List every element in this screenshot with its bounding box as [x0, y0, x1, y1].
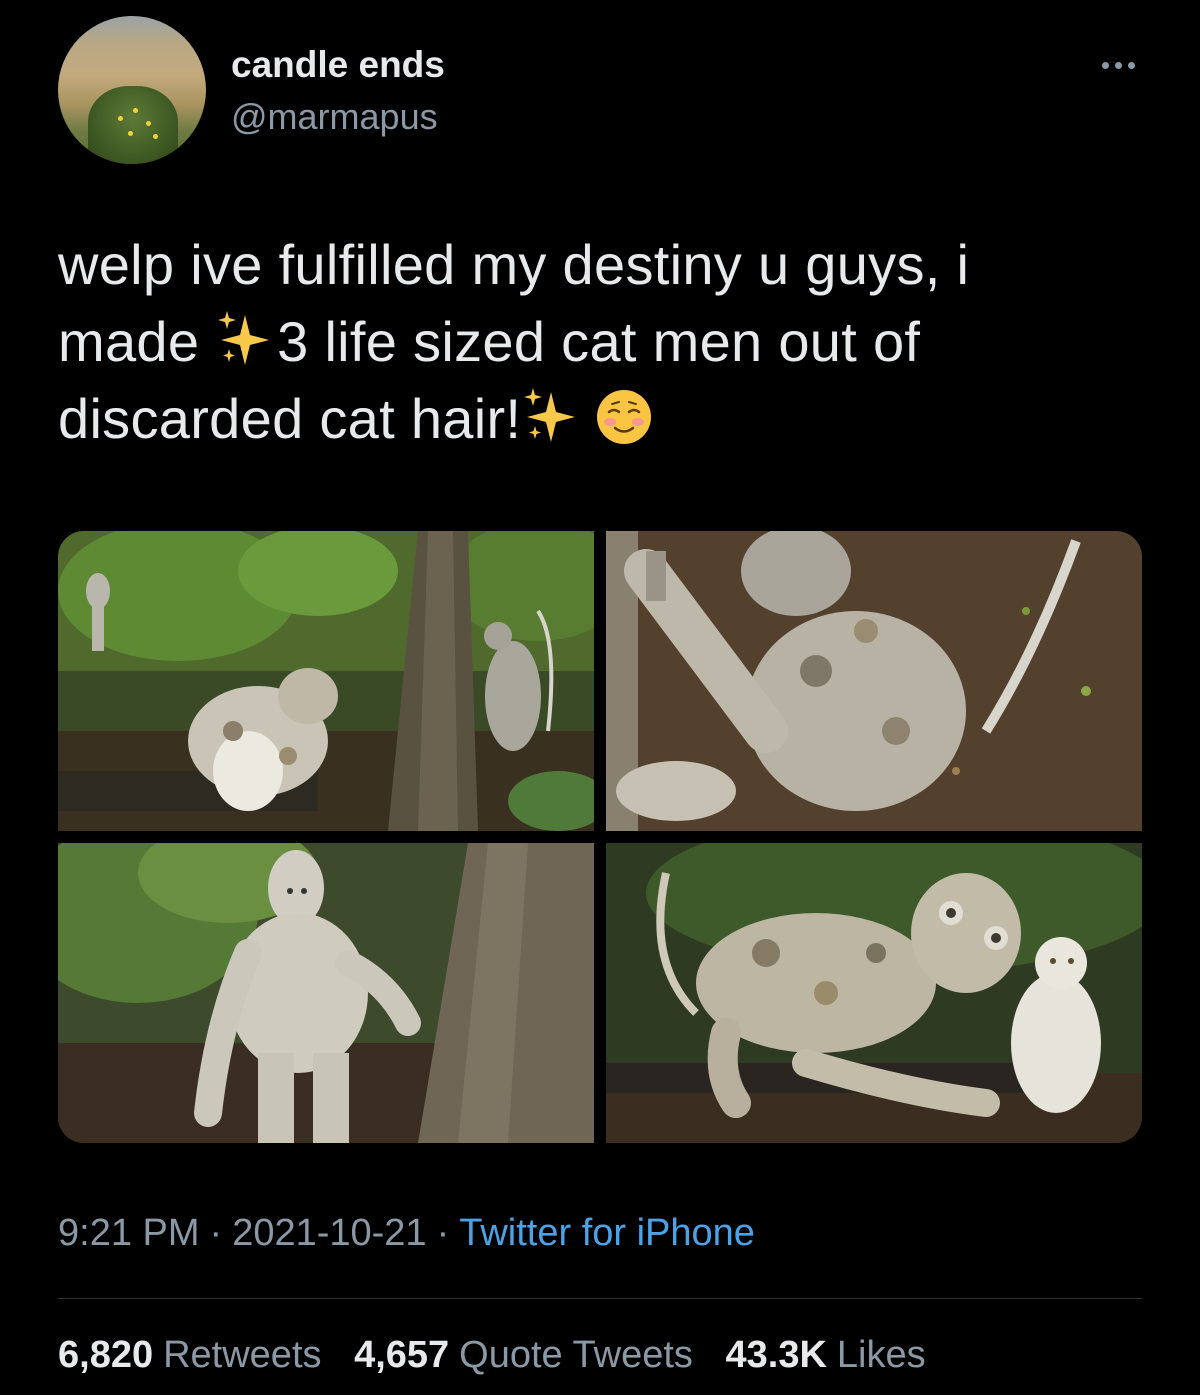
tweet-text-segment: discarded cat hair! [58, 387, 522, 450]
more-icon-dot [1114, 61, 1122, 69]
likes-stat[interactable]: 43.3K Likes [726, 1334, 926, 1377]
avatar[interactable] [58, 16, 206, 164]
tweet-date[interactable]: 2021-10-21 [232, 1212, 426, 1254]
tweet-text-line: discarded cat hair! [58, 380, 1118, 457]
smiling-face-icon [597, 390, 652, 444]
likes-label: Likes [836, 1334, 926, 1376]
tweet-photo[interactable] [58, 531, 594, 831]
tweet-photo[interactable] [58, 843, 594, 1143]
sparkles-icon [218, 311, 270, 365]
more-icon-dot [1127, 61, 1135, 69]
more-icon-dot [1101, 61, 1109, 69]
tweet-text: welp ive fulfilled my destiny u guys, i … [58, 226, 1118, 457]
quote-tweets-label: Quote Tweets [459, 1334, 693, 1376]
retweets-count: 6,820 [58, 1334, 154, 1376]
tweet-stats: 6,820 Retweets 4,657 Quote Tweets 43.3K Lik… [58, 1334, 948, 1377]
tweet-source-link[interactable]: Twitter for iPhone [459, 1212, 755, 1254]
likes-count: 43.3K [725, 1334, 827, 1376]
divider [58, 1298, 1142, 1299]
tweet-photo[interactable] [606, 843, 1142, 1143]
tweet-header: candle ends @marmapus [58, 16, 1148, 166]
tweet-time[interactable]: 9:21 PM [58, 1212, 200, 1254]
quote-tweets-count: 4,657 [354, 1334, 450, 1376]
meta-separator: · [209, 1212, 223, 1254]
sparkles-icon [524, 388, 576, 442]
tweet-text-line: made 3 life sized cat men out of [58, 303, 1118, 380]
retweets-stat[interactable]: 6,820 Retweets [58, 1334, 322, 1377]
retweets-label: Retweets [163, 1334, 322, 1376]
tweet-photo[interactable] [606, 531, 1142, 831]
tweet-meta: 9:21 PM · 2021-10-21 · Twitter for iPhone [58, 1212, 755, 1255]
meta-separator: · [436, 1212, 450, 1254]
quote-tweets-stat[interactable]: 4,657 Quote Tweets [354, 1334, 693, 1377]
tweet-text-line: welp ive fulfilled my destiny u guys, i [58, 233, 970, 296]
media-grid [58, 531, 1142, 1143]
tweet-text-segment: 3 life sized cat men out of [277, 310, 921, 373]
more-options-button[interactable] [1088, 50, 1148, 80]
display-name[interactable]: candle ends [231, 44, 445, 86]
tweet-text-segment: made [58, 310, 216, 373]
user-handle[interactable]: @marmapus [231, 96, 438, 138]
